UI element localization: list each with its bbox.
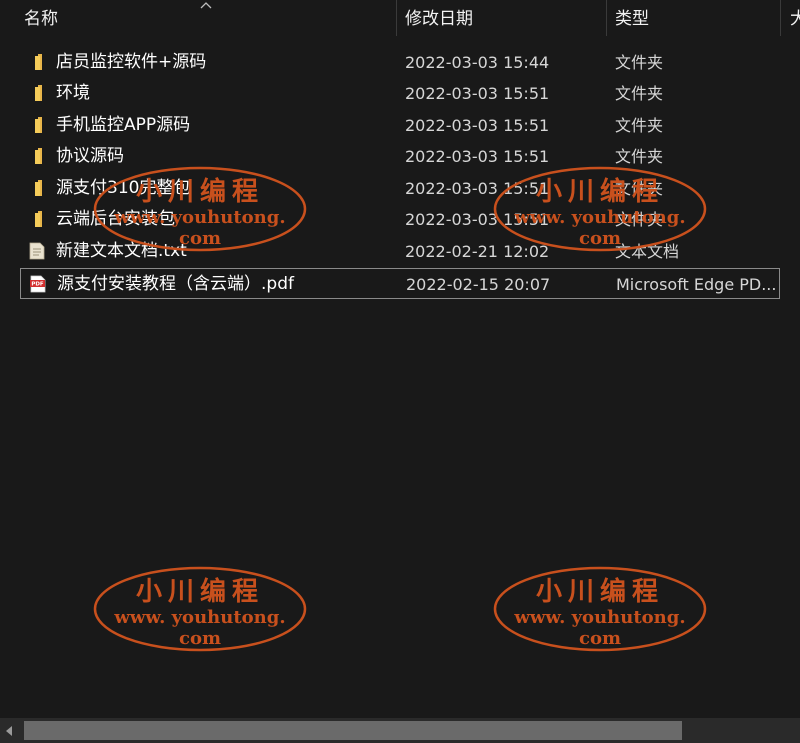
- text-file-icon: [29, 242, 45, 260]
- watermark-stamp: 小川编程 www. youhutong. com: [492, 565, 708, 653]
- watermark-stamp: 小川编程 www. youhutong. com: [92, 565, 308, 653]
- file-type: 文件夹: [615, 116, 664, 135]
- watermark-title: 小川编程: [535, 177, 664, 207]
- file-row-selected[interactable]: PDF 源支付安装教程（含云端）.pdf 2022-02-15 20:07 Mi…: [20, 268, 780, 299]
- column-divider[interactable]: [780, 0, 781, 36]
- file-date-modified: 2022-03-03 15:51: [405, 84, 550, 103]
- horizontal-scrollbar[interactable]: [0, 718, 800, 743]
- svg-text:PDF: PDF: [31, 282, 44, 288]
- file-row[interactable]: 环境 2022-03-03 15:51 文件夹: [20, 78, 780, 109]
- file-type: 文件夹: [615, 53, 664, 72]
- column-divider[interactable]: [606, 0, 607, 36]
- watermark-title: 小川编程: [135, 577, 264, 607]
- file-type: Microsoft Edge PD...: [616, 275, 777, 294]
- file-type: 文件夹: [615, 84, 664, 103]
- watermark-url: www. youhutong. com: [114, 607, 286, 649]
- file-name: 手机监控APP源码: [56, 115, 191, 135]
- folder-icon: [35, 54, 42, 70]
- folder-icon: [35, 85, 42, 101]
- watermark-stamp: 小川编程 www. youhutong. com: [92, 165, 308, 253]
- column-header-bar: 名称 修改日期 类型 大: [0, 0, 800, 38]
- column-divider[interactable]: [396, 0, 397, 36]
- sort-ascending-icon: [200, 2, 212, 9]
- file-name: 环境: [56, 83, 90, 103]
- folder-icon: [35, 117, 42, 133]
- watermark-stamp: 小川编程 www. youhutong. com: [492, 165, 708, 253]
- column-header-name[interactable]: 名称: [24, 0, 58, 38]
- file-row[interactable]: 店员监控软件+源码 2022-03-03 15:44 文件夹: [20, 47, 780, 78]
- scroll-left-icon[interactable]: [6, 726, 12, 736]
- pdf-file-icon: PDF: [30, 275, 46, 293]
- file-row[interactable]: 手机监控APP源码 2022-03-03 15:51 文件夹: [20, 110, 780, 141]
- watermark-title: 小川编程: [135, 177, 264, 207]
- folder-icon: [35, 148, 42, 164]
- file-name: 源支付安装教程（含云端）.pdf: [57, 274, 294, 294]
- watermark-url: www. youhutong. com: [514, 607, 686, 649]
- file-date-modified: 2022-03-03 15:44: [405, 53, 550, 72]
- folder-icon: [35, 211, 42, 227]
- column-header-size[interactable]: 大: [790, 0, 800, 38]
- folder-icon: [35, 180, 42, 196]
- file-date-modified: 2022-03-03 15:51: [405, 116, 550, 135]
- watermark-url: www. youhutong. com: [114, 207, 286, 249]
- column-header-type[interactable]: 类型: [615, 0, 649, 38]
- scrollbar-thumb[interactable]: [24, 721, 682, 740]
- file-name: 店员监控软件+源码: [56, 52, 207, 72]
- watermark-title: 小川编程: [535, 577, 664, 607]
- file-date-modified: 2022-02-15 20:07: [406, 275, 551, 294]
- watermark-url: www. youhutong. com: [514, 207, 686, 249]
- column-header-date-modified[interactable]: 修改日期: [405, 0, 473, 38]
